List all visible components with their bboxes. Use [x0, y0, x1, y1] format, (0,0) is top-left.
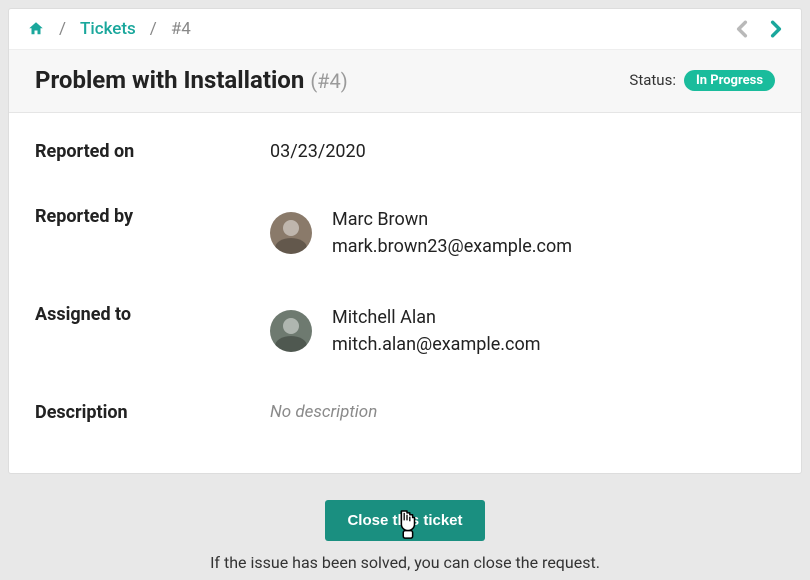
reported-on-value: 03/23/2020 — [270, 141, 366, 162]
reporter-email: mark.brown23@example.com — [332, 233, 572, 260]
close-ticket-button[interactable]: Close this ticket — [325, 500, 484, 541]
pager — [735, 20, 783, 38]
description-value: No description — [270, 402, 377, 422]
pager-prev-icon[interactable] — [735, 20, 749, 38]
assigned-to-label: Assigned to — [35, 304, 270, 325]
footer-helper-text: If the issue has been solved, you can cl… — [8, 553, 802, 572]
avatar — [270, 212, 312, 254]
reported-by-label: Reported by — [35, 206, 270, 227]
avatar — [270, 310, 312, 352]
reporter-name: Marc Brown — [332, 206, 572, 233]
assignee: Mitchell Alan mitch.alan@example.com — [270, 304, 541, 358]
home-icon[interactable] — [27, 20, 45, 38]
breadcrumb-bar: / Tickets / #4 — [9, 9, 801, 50]
breadcrumb: / Tickets / #4 — [27, 19, 191, 39]
pager-next-icon[interactable] — [769, 20, 783, 38]
page-title: Problem with Installation — [35, 66, 304, 94]
breadcrumb-separator: / — [150, 19, 157, 39]
assignee-email: mitch.alan@example.com — [332, 331, 541, 358]
assignee-name: Mitchell Alan — [332, 304, 541, 331]
description-label: Description — [35, 402, 270, 423]
ticket-header: Problem with Installation (#4) Status: I… — [9, 50, 801, 113]
status-badge: In Progress — [684, 70, 775, 91]
breadcrumb-separator: / — [59, 19, 66, 39]
reporter: Marc Brown mark.brown23@example.com — [270, 206, 572, 260]
reported-on-label: Reported on — [35, 141, 270, 162]
footer: Close this ticket If the issue has been … — [8, 474, 802, 572]
ticket-card: / Tickets / #4 Problem with Installation… — [8, 8, 802, 474]
breadcrumb-tickets-link[interactable]: Tickets — [80, 19, 136, 39]
page-title-id: (#4) — [310, 69, 347, 93]
breadcrumb-current: #4 — [171, 19, 191, 39]
ticket-details: Reported on 03/23/2020 Reported by Marc … — [9, 113, 801, 473]
status-label: Status: — [629, 71, 676, 89]
